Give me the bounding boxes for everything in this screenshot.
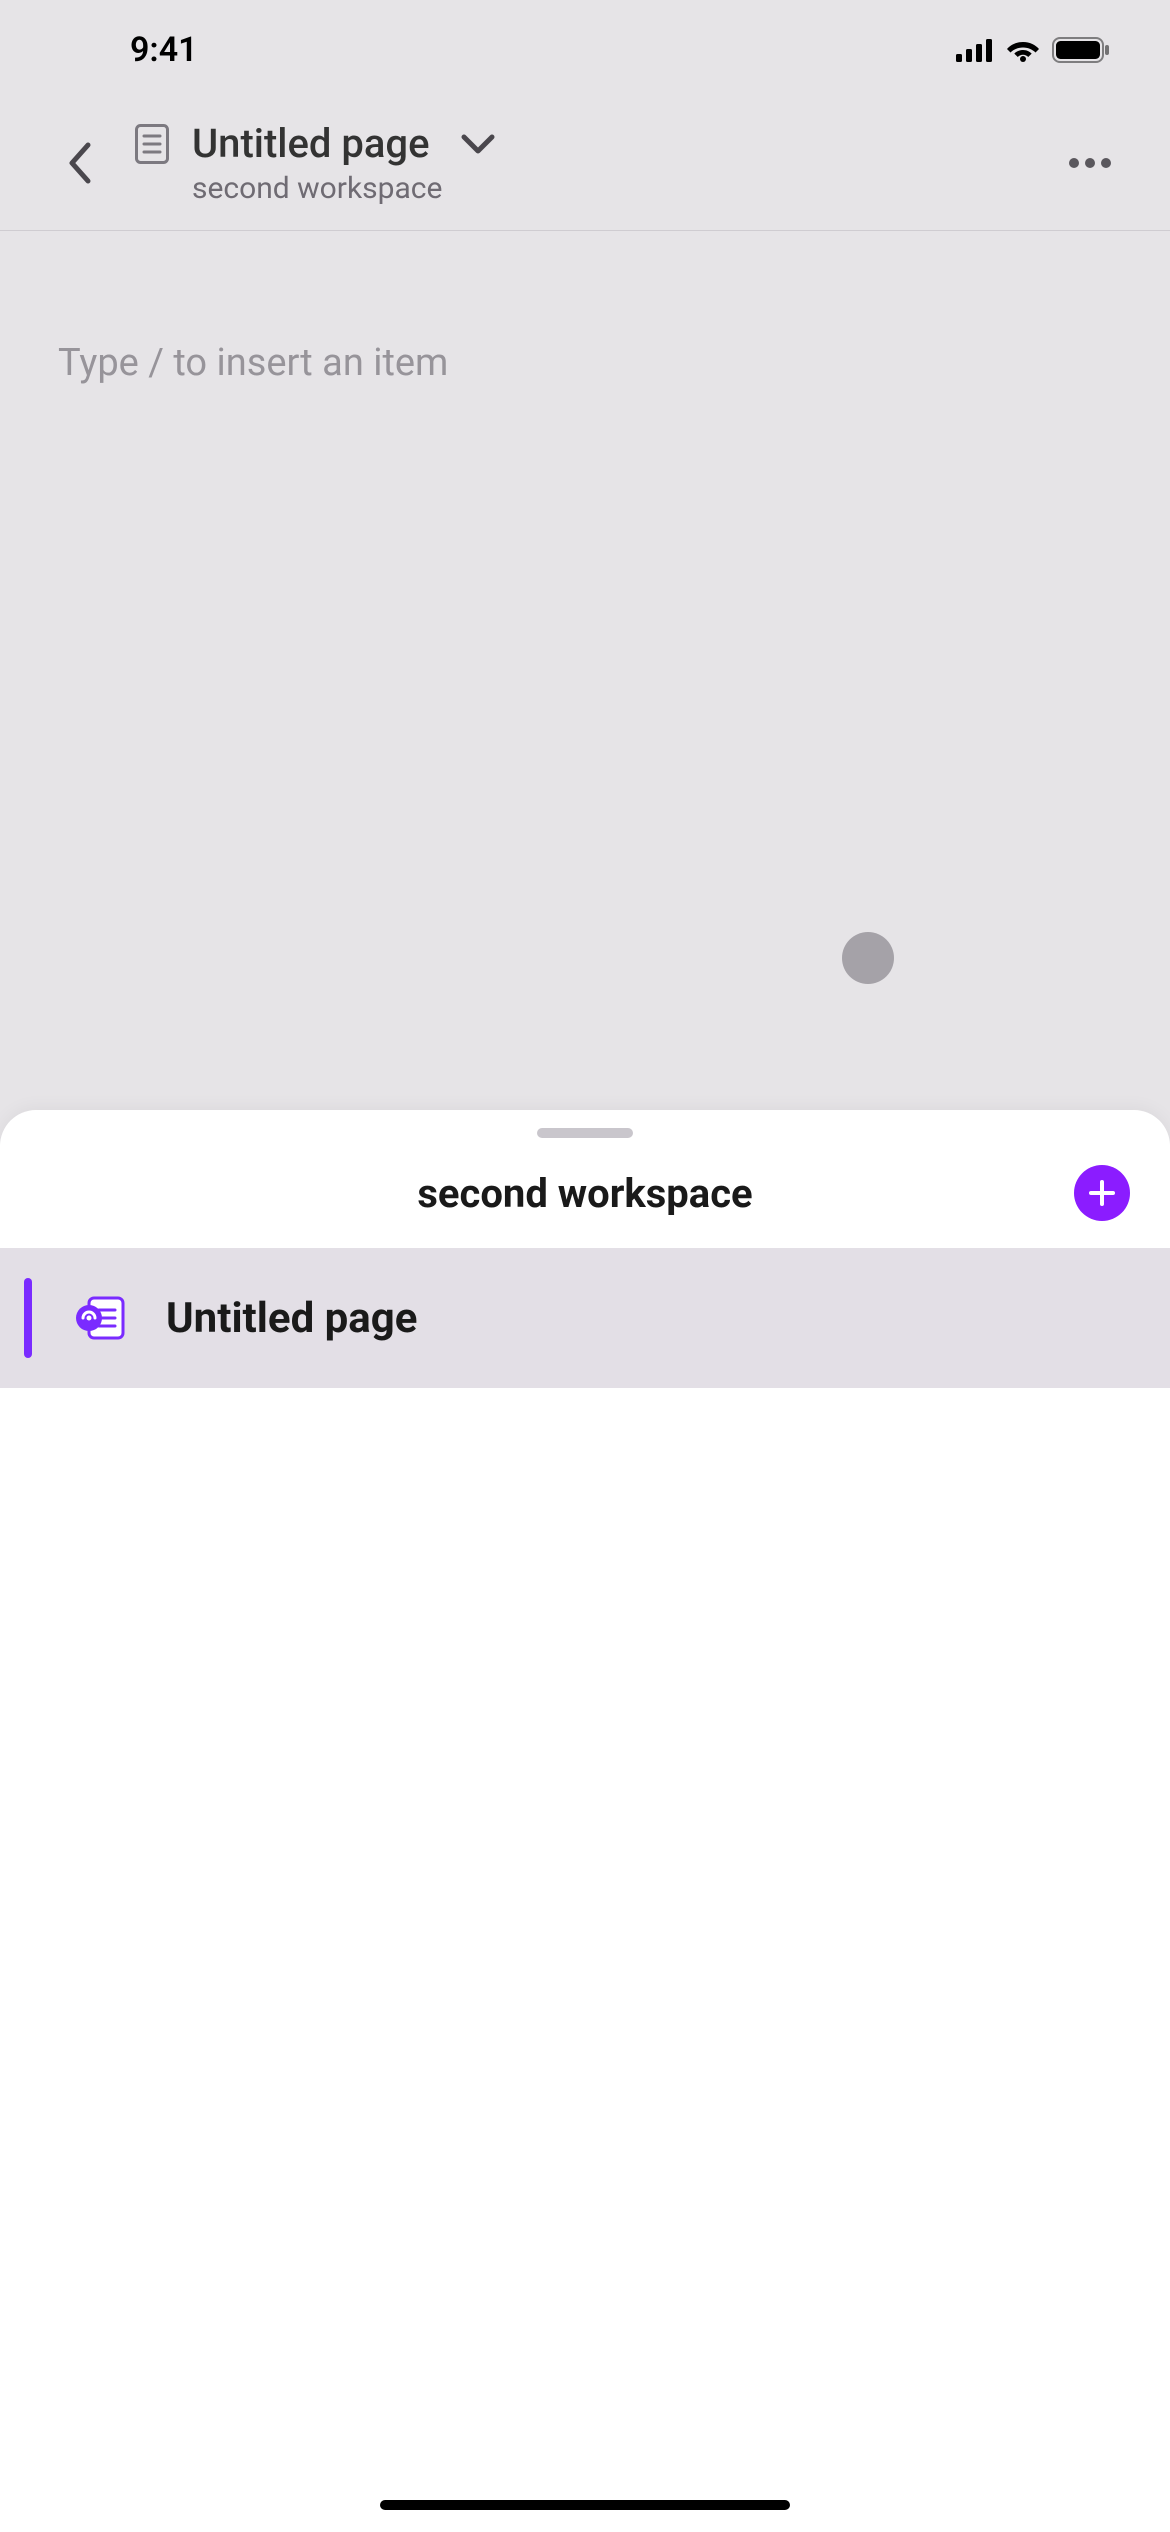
page-item-icon: [70, 1288, 130, 1348]
title-dropdown-toggle[interactable]: [460, 133, 496, 155]
more-options-button[interactable]: [1060, 133, 1120, 193]
editor-area[interactable]: Type / to insert an item: [0, 231, 1170, 385]
wifi-icon: [1006, 38, 1040, 62]
active-indicator: [24, 1278, 32, 1358]
status-bar: 9:41: [0, 0, 1170, 100]
sheet-header: second workspace: [0, 1138, 1170, 1248]
page-icon: [132, 124, 172, 164]
page-list: Untitled page: [0, 1248, 1170, 1388]
workspace-subtitle: second workspace: [192, 171, 1060, 206]
chevron-down-icon: [460, 133, 496, 155]
status-time: 9:41: [130, 30, 198, 70]
cellular-signal-icon: [956, 38, 994, 62]
page-list-item[interactable]: Untitled page: [0, 1248, 1170, 1388]
cursor-indicator-icon: [842, 932, 894, 984]
add-page-button[interactable]: [1074, 1165, 1130, 1221]
chevron-left-icon: [66, 141, 94, 185]
battery-icon: [1052, 37, 1110, 63]
nav-title-group[interactable]: Untitled page second workspace: [132, 120, 1060, 206]
home-indicator[interactable]: [380, 2500, 790, 2510]
sheet-title: second workspace: [417, 1170, 752, 1217]
plus-icon: [1087, 1178, 1117, 1208]
page-item-label: Untitled page: [166, 1294, 417, 1343]
more-horizontal-icon: [1068, 157, 1112, 169]
back-button[interactable]: [50, 133, 110, 193]
sheet-drag-handle[interactable]: [537, 1128, 633, 1138]
workspace-sheet: second workspace Untitled: [0, 1110, 1170, 2532]
status-indicators: [956, 37, 1110, 63]
editor-placeholder: Type / to insert an item: [58, 341, 1112, 385]
nav-header: Untitled page second workspace: [0, 100, 1170, 231]
page-title: Untitled page: [192, 120, 430, 167]
